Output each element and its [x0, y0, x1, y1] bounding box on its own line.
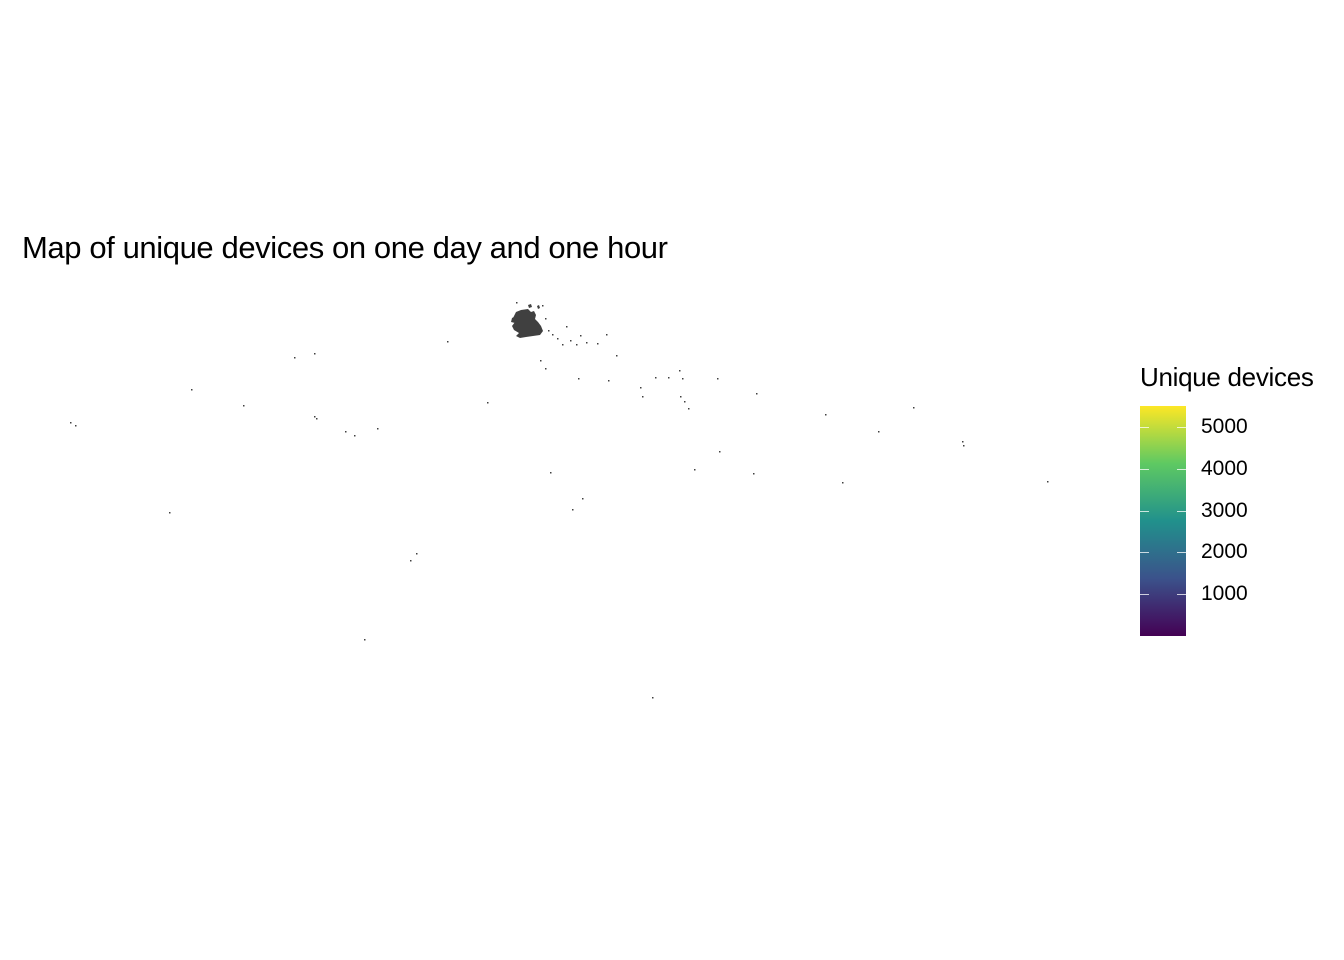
island-dot [572, 509, 574, 511]
island-dot [582, 498, 584, 500]
island-dot [548, 330, 550, 332]
land-shapes [511, 304, 543, 338]
legend-tick-label: 4000 [1201, 456, 1248, 480]
island-dot [655, 377, 657, 379]
island-dot [578, 378, 580, 380]
island-dot [642, 396, 644, 398]
island-dot [962, 441, 964, 443]
island-dot [688, 408, 690, 410]
island-dot [294, 357, 296, 359]
island-dot [640, 387, 642, 389]
island-dot [364, 639, 366, 641]
island-dot [191, 389, 193, 391]
island-dot [878, 431, 880, 433]
island-dot [540, 360, 542, 362]
island-dot [842, 482, 844, 484]
island-dot [345, 431, 347, 433]
island-dot [719, 451, 721, 453]
island-dot [70, 422, 72, 424]
island-dot [75, 425, 77, 427]
island-dot [562, 344, 564, 346]
island-dot [668, 377, 670, 379]
island-dot [586, 342, 588, 344]
island-dot [487, 402, 489, 404]
island-dot [963, 445, 965, 447]
island-dot [570, 340, 572, 342]
island-dot [576, 344, 578, 346]
island-dot [682, 378, 684, 380]
island-dot [545, 368, 547, 370]
island-dot [377, 428, 379, 430]
island-dot [566, 326, 568, 328]
island-dot [416, 553, 418, 555]
island-dot [557, 338, 559, 340]
main-island [512, 309, 543, 338]
island-dot [753, 473, 755, 475]
legend-tick-label: 2000 [1201, 540, 1248, 564]
island-dot [314, 353, 316, 355]
island-dot [354, 435, 356, 437]
island-dot [616, 355, 618, 357]
island-dot [717, 378, 719, 380]
island-dot [694, 469, 696, 471]
legend-tick-label: 5000 [1201, 414, 1248, 438]
island-dot [597, 343, 599, 345]
island-dot [680, 396, 682, 398]
island-dot [169, 512, 171, 514]
island-dot [447, 341, 449, 343]
island-dot [542, 305, 544, 307]
island-dot [545, 318, 547, 320]
island-dot [316, 418, 318, 420]
island-dot [679, 370, 681, 372]
island-dot [756, 393, 758, 395]
island-dot [825, 414, 827, 416]
north-islet [528, 304, 532, 308]
island-dot [684, 401, 686, 403]
north-islet-2 [537, 305, 540, 309]
island-dot [606, 334, 608, 336]
island-dot [243, 405, 245, 407]
island-dot [580, 335, 582, 337]
island-dot [652, 697, 654, 699]
scattered-islands [70, 302, 1049, 699]
legend-tick-label: 1000 [1201, 582, 1248, 606]
legend-colorbar [1140, 406, 1186, 636]
island-dot [516, 302, 518, 304]
legend-title: Unique devices [1140, 362, 1314, 392]
island-dot [314, 416, 316, 418]
island-dot [410, 560, 412, 562]
island-dot [608, 380, 610, 382]
island-dot [552, 334, 554, 336]
island-dot [1047, 481, 1049, 483]
island-dot [913, 407, 915, 409]
island-dot [550, 472, 552, 474]
legend-tick-label: 3000 [1201, 498, 1248, 522]
